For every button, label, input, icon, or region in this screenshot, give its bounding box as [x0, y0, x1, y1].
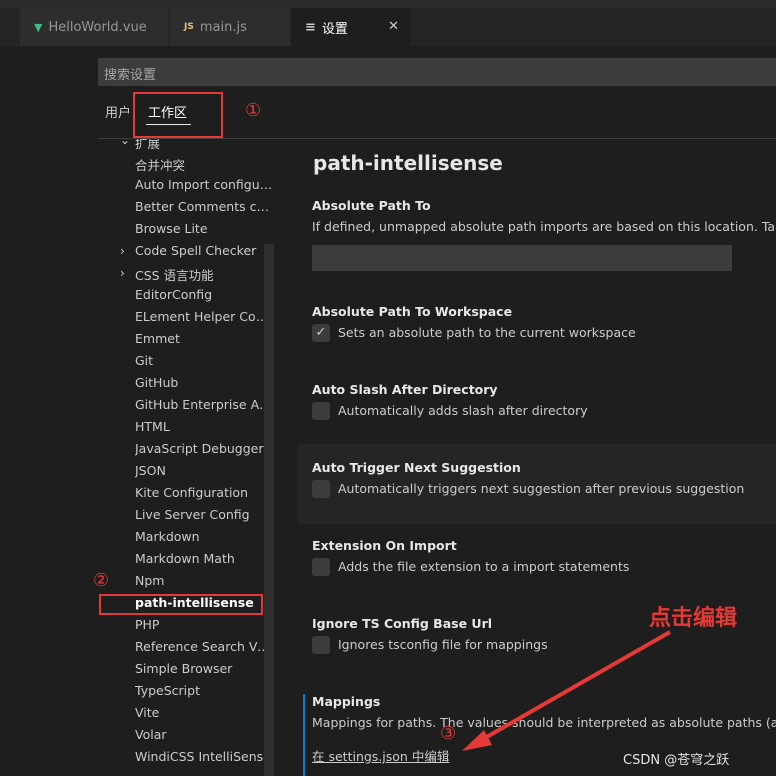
watermark: CSDN @苍穹之跃	[623, 753, 730, 768]
annotation-arrow	[462, 630, 671, 751]
